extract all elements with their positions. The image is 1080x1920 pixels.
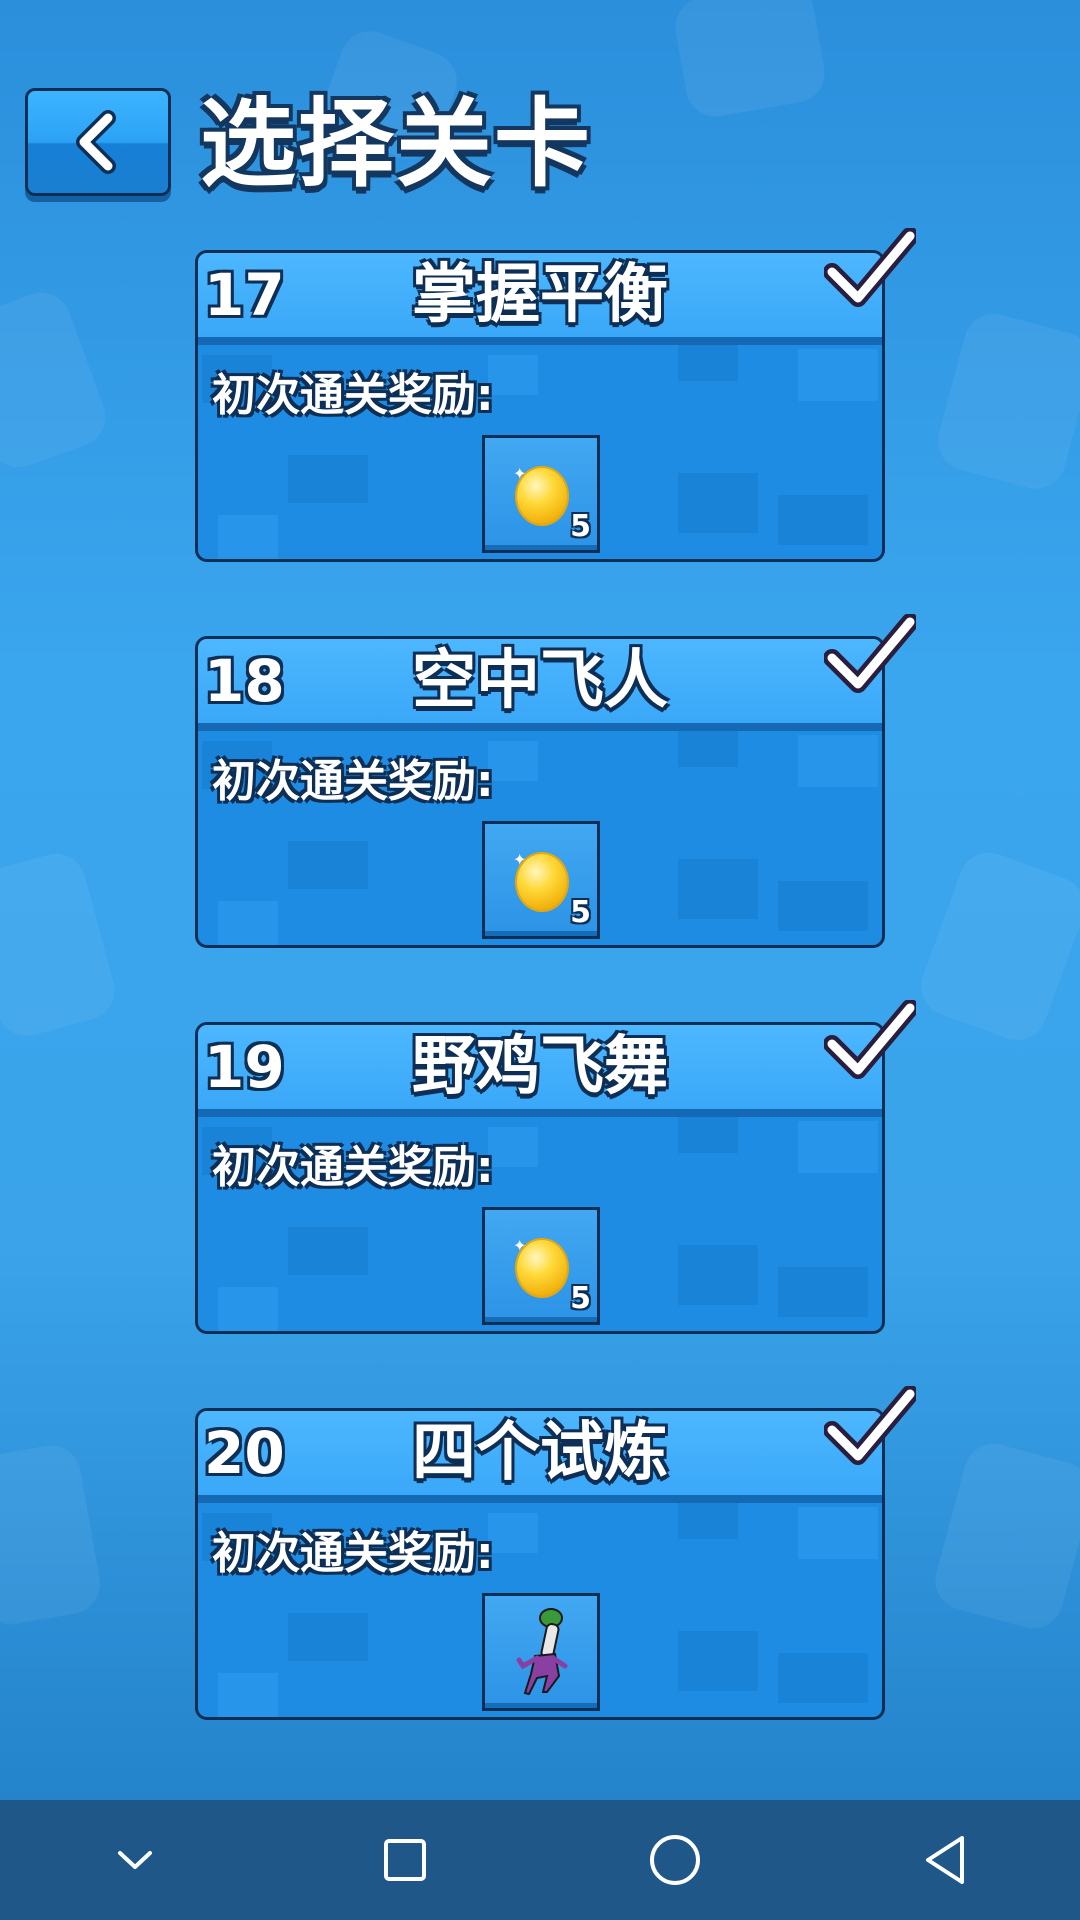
background-tile [798, 1121, 878, 1173]
background-tile [678, 473, 758, 533]
reward-label: 初次通关奖励: [212, 1142, 494, 1193]
background-tile [218, 515, 278, 559]
level-card-body: 初次通关奖励: ✦ 5 [198, 345, 882, 559]
background-tile [288, 1227, 368, 1275]
level-card-body: 初次通关奖励: ✦ 5 [198, 731, 882, 945]
background-tile [778, 495, 868, 545]
sparkle-icon: ✦ [513, 850, 527, 869]
completed-check-icon [824, 1386, 916, 1465]
background-tile [288, 1613, 368, 1661]
background-tile [218, 1673, 278, 1717]
reward-count: 5 [570, 1281, 591, 1316]
background-tile [778, 881, 868, 931]
background-tile [778, 1267, 868, 1317]
completed-check-icon [824, 1000, 916, 1079]
level-card-header: 18 空中飞人 [198, 639, 882, 731]
completed-check-icon [824, 228, 916, 307]
background-tile [288, 841, 368, 889]
completed-check-icon [824, 614, 916, 693]
level-card-body: 初次通关奖励: [198, 1503, 882, 1717]
background-tile [488, 741, 538, 781]
level-card[interactable]: 20 四个试炼初次通关奖励: [195, 1408, 885, 1720]
reward-count: 5 [570, 895, 591, 930]
nav-home-button[interactable] [635, 1820, 715, 1900]
circle-icon [650, 1835, 700, 1885]
background-tile [798, 1507, 878, 1559]
level-card-header: 20 四个试炼 [198, 1411, 882, 1503]
background-tile [678, 345, 738, 381]
background-tile [488, 355, 538, 395]
level-name: 空中飞人 [412, 644, 668, 718]
level-number: 17 [204, 261, 285, 329]
reward-label: 初次通关奖励: [212, 756, 494, 807]
system-navigation-bar [0, 1800, 1080, 1920]
background-tile [288, 455, 368, 503]
background-tile [678, 859, 758, 919]
level-name: 四个试炼 [412, 1416, 668, 1490]
reward-label: 初次通关奖励: [212, 370, 494, 421]
background-tile [798, 735, 878, 787]
level-number: 18 [204, 647, 285, 715]
page-title: 选择关卡 [200, 88, 592, 200]
character-skin-icon [516, 1608, 568, 1696]
background-tile [678, 1117, 738, 1153]
sparkle-icon: ✦ [513, 1236, 527, 1255]
level-card[interactable]: 17 掌握平衡 初次通关奖励: ✦ 5 [195, 250, 885, 562]
level-card[interactable]: 19 野鸡飞舞 初次通关奖励: ✦ 5 [195, 1022, 885, 1334]
nav-recents-button[interactable] [365, 1820, 445, 1900]
level-number: 19 [204, 1033, 285, 1101]
background-tile [678, 1503, 738, 1539]
level-card[interactable]: 18 空中飞人 初次通关奖励: ✦ 5 [195, 636, 885, 948]
background-tile [678, 731, 738, 767]
reward-slot[interactable]: ✦ 5 [482, 1207, 600, 1325]
background-tile [778, 1653, 868, 1703]
level-name: 掌握平衡 [412, 258, 668, 332]
triangle-back-icon [926, 1836, 964, 1884]
background-tile [678, 1245, 758, 1305]
reward-slot[interactable]: ✦ 5 [482, 435, 600, 553]
level-number: 20 [204, 1419, 285, 1487]
reward-count: 5 [570, 509, 591, 544]
background-tile [798, 349, 878, 401]
reward-label: 初次通关奖励: [212, 1528, 494, 1579]
level-card-body: 初次通关奖励: ✦ 5 [198, 1117, 882, 1331]
nav-back-button[interactable] [905, 1820, 985, 1900]
background-tile [488, 1127, 538, 1167]
nav-collapse-button[interactable] [95, 1820, 175, 1900]
level-card-header: 17 掌握平衡 [198, 253, 882, 345]
square-icon [384, 1839, 426, 1881]
background-tile [678, 1631, 758, 1691]
background-tile [218, 901, 278, 945]
chevron-down-icon [118, 1851, 152, 1869]
back-button[interactable] [25, 88, 171, 196]
reward-slot[interactable] [482, 1593, 600, 1711]
chevron-left-icon [76, 110, 116, 174]
background-tile [488, 1513, 538, 1553]
reward-slot[interactable]: ✦ 5 [482, 821, 600, 939]
sparkle-icon: ✦ [513, 464, 527, 483]
background-tile [218, 1287, 278, 1331]
level-card-header: 19 野鸡飞舞 [198, 1025, 882, 1117]
level-name: 野鸡飞舞 [412, 1030, 668, 1104]
